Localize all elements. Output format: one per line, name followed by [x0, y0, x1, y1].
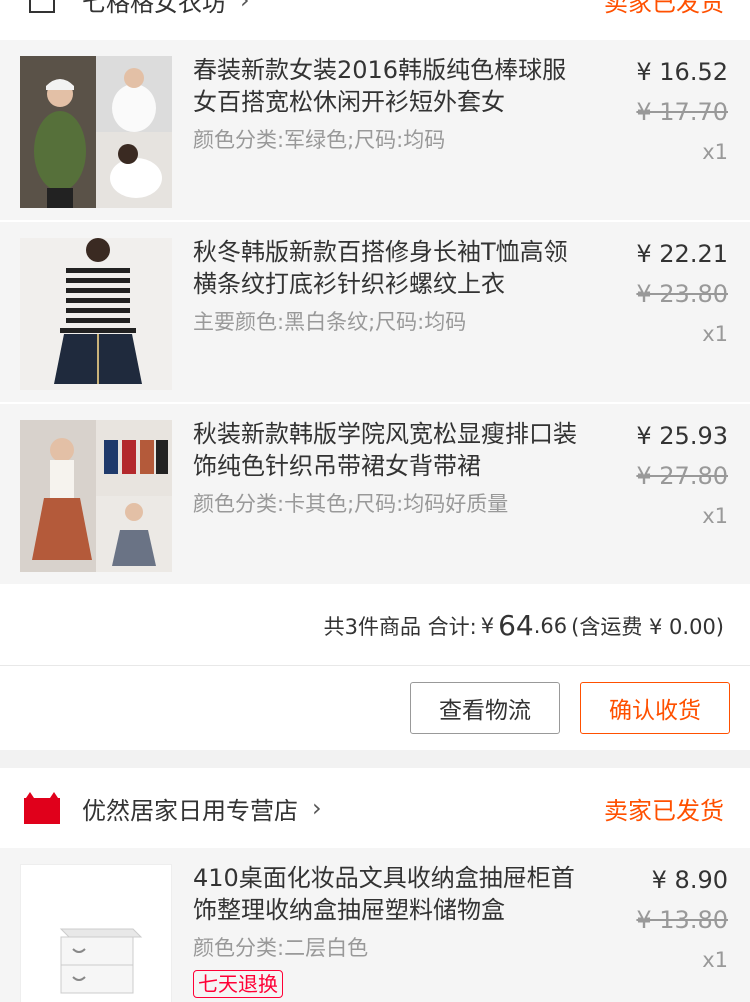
order-item[interactable]: 春装新款女装2016韩版纯色棒球服女百搭宽松休闲开衫短外套女 颜色分类:军绿色;…: [0, 40, 750, 222]
confirm-receipt-button[interactable]: 确认收货: [580, 682, 730, 734]
order-card: 优然居家日用专营店 › 卖家已发货 410桌面化妆品文具收纳盒抽屉柜首饰整理收纳…: [0, 768, 750, 1002]
product-price: ¥ 16.52: [636, 58, 728, 86]
product-image[interactable]: [20, 238, 172, 390]
shop-name[interactable]: 七格格女衣坊: [82, 0, 226, 18]
product-image[interactable]: [20, 420, 172, 572]
chevron-right-icon: ›: [240, 0, 250, 14]
order-item[interactable]: 秋冬韩版新款百搭修身长袖T恤高领横条纹打底衫针织衫螺纹上衣 主要颜色:黑白条纹;…: [0, 222, 750, 404]
summary-total-integer: 64: [498, 609, 534, 642]
order-summary: 共3件商品 合计: ¥ 64 .66 (含运费 ¥ 0.00): [0, 586, 750, 666]
product-price: ¥ 22.21: [636, 240, 728, 268]
product-sku: 颜色分类:卡其色;尺码:均码好质量: [193, 492, 509, 516]
product-image[interactable]: [20, 864, 172, 1002]
seven-day-return-badge: 七天退换: [193, 970, 283, 998]
tmall-logo-icon: [24, 790, 60, 826]
order-item[interactable]: 秋装新款韩版学院风宽松显瘦排口装饰纯色针织吊带裙女背带裙 颜色分类:卡其色;尺码…: [0, 404, 750, 586]
product-sku: 颜色分类:二层白色: [193, 936, 369, 960]
product-original-price: ¥ 17.70: [636, 98, 728, 126]
view-logistics-button[interactable]: 查看物流: [410, 682, 560, 734]
product-title[interactable]: 410桌面化妆品文具收纳盒抽屉柜首饰整理收纳盒抽屉塑料储物盒: [193, 862, 589, 926]
product-sku: 颜色分类:军绿色;尺码:均码: [193, 128, 446, 152]
product-original-price: ¥ 23.80: [636, 280, 728, 308]
summary-count: 共3件商品 合计:: [323, 614, 477, 639]
section-divider: [0, 750, 750, 768]
chevron-right-icon: ›: [312, 794, 322, 822]
product-title[interactable]: 春装新款女装2016韩版纯色棒球服女百搭宽松休闲开衫短外套女: [193, 54, 589, 118]
summary-currency: ¥: [480, 613, 495, 638]
product-original-price: ¥ 13.80: [636, 906, 728, 934]
product-title[interactable]: 秋装新款韩版学院风宽松显瘦排口装饰纯色针织吊带裙女背带裙: [193, 418, 589, 482]
product-quantity: x1: [702, 322, 728, 346]
product-quantity: x1: [702, 948, 728, 972]
shop-header[interactable]: 七格格女衣坊 › 卖家已发货: [0, 0, 750, 40]
order-status: 卖家已发货: [604, 796, 724, 825]
shop-name[interactable]: 优然居家日用专营店: [82, 791, 298, 826]
product-price: ¥ 25.93: [636, 422, 728, 450]
product-price: ¥ 8.90: [651, 866, 728, 894]
order-item[interactable]: 410桌面化妆品文具收纳盒抽屉柜首饰整理收纳盒抽屉塑料储物盒 颜色分类:二层白色…: [0, 848, 750, 1002]
product-image[interactable]: [20, 56, 172, 208]
order-actions: 查看物流 确认收货: [0, 666, 750, 750]
product-original-price: ¥ 27.80: [636, 462, 728, 490]
product-title[interactable]: 秋冬韩版新款百搭修身长袖T恤高领横条纹打底衫针织衫螺纹上衣: [193, 236, 589, 300]
order-status: 卖家已发货: [604, 0, 724, 17]
product-quantity: x1: [702, 504, 728, 528]
product-sku: 主要颜色:黑白条纹;尺码:均码: [193, 310, 467, 334]
summary-total-decimal: .66: [533, 613, 568, 638]
order-card: 七格格女衣坊 › 卖家已发货 春装新款女装2016韩版纯色棒球服女百搭宽松休闲开…: [0, 0, 750, 750]
summary-shipping: (含运费 ¥ 0.00): [571, 614, 724, 639]
product-quantity: x1: [702, 140, 728, 164]
store-icon: [24, 0, 60, 18]
shop-header[interactable]: 优然居家日用专营店 › 卖家已发货: [0, 768, 750, 848]
